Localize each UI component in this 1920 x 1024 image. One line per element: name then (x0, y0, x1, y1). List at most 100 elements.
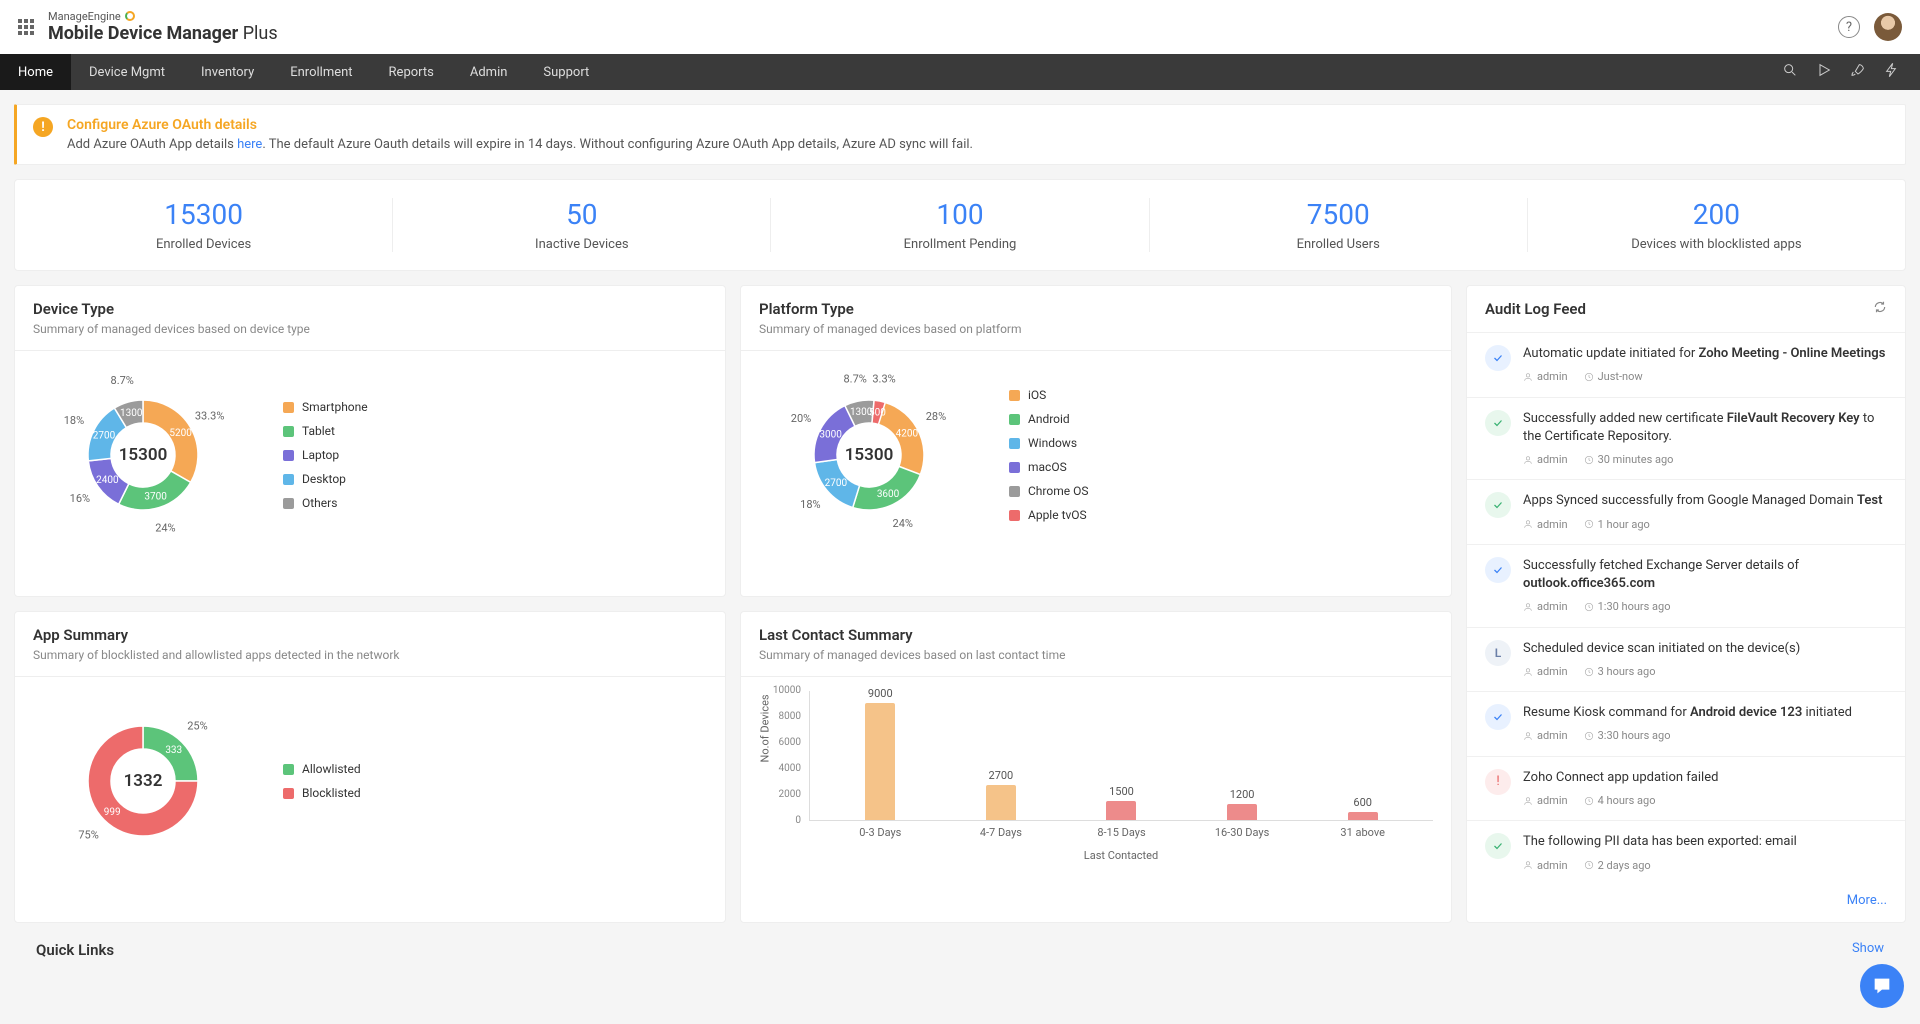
kpi[interactable]: 15300Enrolled Devices (15, 198, 393, 252)
audit-time: 30 minutes ago (1584, 452, 1674, 467)
card-title: App Summary (33, 626, 707, 644)
alert-banner: ! Configure Azure OAuth details Add Azur… (14, 104, 1906, 165)
kpi-row: 15300Enrolled Devices50Inactive Devices1… (14, 179, 1906, 271)
alert-icon: ! (33, 117, 53, 137)
apps-grid-icon[interactable] (18, 19, 34, 35)
alert-link[interactable]: here (237, 137, 262, 152)
legend-swatch (1009, 510, 1020, 521)
donut-center: 15300 (119, 445, 168, 465)
svg-text:3000: 3000 (819, 430, 842, 441)
audit-user: admin (1523, 599, 1568, 614)
legend-label: Android (1028, 412, 1070, 426)
audit-item[interactable]: Automatic update initiated for Zoho Meet… (1467, 332, 1905, 397)
kpi[interactable]: 50Inactive Devices (393, 198, 771, 252)
svg-text:3700: 3700 (144, 492, 167, 503)
svg-text:25%: 25% (187, 720, 207, 733)
legend-swatch (1009, 462, 1020, 473)
audit-text: Apps Synced successfully from Google Man… (1523, 492, 1887, 532)
audit-item[interactable]: The following PII data has been exported… (1467, 820, 1905, 885)
y-tick: 10000 (759, 685, 801, 696)
bar-col: 2700 (971, 769, 1031, 820)
svg-text:2700: 2700 (93, 431, 116, 442)
nav-item-enrollment[interactable]: Enrollment (272, 54, 370, 90)
bar-x-label: 31 above (1333, 826, 1393, 839)
chat-fab[interactable] (1860, 964, 1904, 1008)
nav-item-home[interactable]: Home (0, 54, 71, 90)
donut-center: 15300 (845, 445, 894, 465)
legend-label: Allowlisted (302, 762, 361, 776)
legend-label: iOS (1028, 388, 1046, 402)
legend-swatch (283, 788, 294, 799)
nav-item-reports[interactable]: Reports (371, 54, 452, 90)
help-icon[interactable]: ? (1838, 16, 1860, 38)
quick-links-show[interactable]: Show (1852, 941, 1884, 959)
audit-item[interactable]: Apps Synced successfully from Google Man… (1467, 479, 1905, 544)
y-tick: 4000 (759, 763, 801, 774)
audit-time: 3:30 hours ago (1584, 728, 1671, 743)
audit-time: Just-now (1584, 369, 1643, 384)
audit-text: Automatic update initiated for Zoho Meet… (1523, 345, 1887, 385)
audit-card: Audit Log Feed Automatic update initiate… (1466, 285, 1906, 923)
nav-item-inventory[interactable]: Inventory (183, 54, 272, 90)
svg-text:8.7%: 8.7% (111, 374, 134, 387)
bar-value: 600 (1353, 796, 1372, 809)
bar-col: 1200 (1212, 788, 1272, 820)
audit-item[interactable]: !Zoho Connect app updation failedadmin4 … (1467, 756, 1905, 821)
kpi-label: Devices with blocklisted apps (1528, 237, 1905, 252)
legend-item: Windows (1009, 436, 1088, 450)
kpi[interactable]: 100Enrollment Pending (771, 198, 1149, 252)
svg-text:16%: 16% (70, 492, 90, 505)
nav-item-support[interactable]: Support (525, 54, 607, 90)
app-summary-card: App Summary Summary of blocklisted and al… (14, 611, 726, 923)
avatar[interactable] (1874, 13, 1902, 41)
legend-item: Tablet (283, 424, 368, 438)
audit-item[interactable]: LScheduled device scan initiated on the … (1467, 627, 1905, 692)
legend-label: Laptop (302, 448, 339, 462)
svg-text:3600: 3600 (877, 489, 900, 500)
audit-user: admin (1523, 728, 1568, 743)
brand-swirl-icon (125, 11, 135, 21)
audit-more-link[interactable]: More... (1847, 893, 1887, 908)
nav-item-device-mgmt[interactable]: Device Mgmt (71, 54, 183, 90)
check-icon (1485, 492, 1511, 518)
card-title: Last Contact Summary (759, 626, 1433, 644)
kpi[interactable]: 7500Enrolled Users (1150, 198, 1528, 252)
search-icon[interactable] (1782, 62, 1798, 82)
quick-links-title: Quick Links (36, 941, 114, 959)
legend-label: Others (302, 496, 337, 510)
audit-item[interactable]: Successfully fetched Exchange Server det… (1467, 544, 1905, 627)
bar-x-label: 8-15 Days (1091, 826, 1151, 839)
audit-user: admin (1523, 517, 1568, 532)
svg-text:18%: 18% (64, 414, 84, 427)
nav-item-admin[interactable]: Admin (452, 54, 526, 90)
svg-text:8.7%: 8.7% (844, 372, 867, 385)
play-icon[interactable] (1816, 62, 1832, 82)
card-sub: Summary of blocklisted and allowlisted a… (33, 648, 707, 662)
legend-item: Desktop (283, 472, 368, 486)
svg-text:5200: 5200 (169, 428, 192, 439)
legend-item: macOS (1009, 460, 1088, 474)
bar (1227, 804, 1257, 820)
legend-label: macOS (1028, 460, 1067, 474)
audit-time: 4 hours ago (1584, 793, 1656, 808)
x-axis-label: Last Contacted (809, 849, 1433, 862)
audit-text: Successfully fetched Exchange Server det… (1523, 557, 1887, 615)
legend-label: Desktop (302, 472, 346, 486)
card-sub: Summary of managed devices based on last… (759, 648, 1433, 662)
kpi-label: Enrolled Users (1150, 237, 1527, 252)
rocket-icon[interactable] (1850, 62, 1866, 82)
bolt-icon[interactable] (1884, 62, 1900, 82)
audit-user: admin (1523, 452, 1568, 467)
legend-label: Windows (1028, 436, 1077, 450)
bar-value: 2700 (989, 769, 1014, 782)
audit-text: Resume Kiosk command for Android device … (1523, 704, 1887, 744)
svg-text:18%: 18% (800, 498, 820, 511)
audit-user: admin (1523, 369, 1568, 384)
bar-x-label: 0-3 Days (850, 826, 910, 839)
svg-text:4200: 4200 (896, 429, 919, 440)
audit-item[interactable]: Resume Kiosk command for Android device … (1467, 691, 1905, 756)
refresh-icon[interactable] (1873, 300, 1887, 318)
audit-item[interactable]: Successfully added new certificate FileV… (1467, 397, 1905, 480)
audit-user: admin (1523, 793, 1568, 808)
kpi[interactable]: 200Devices with blocklisted apps (1528, 198, 1905, 252)
